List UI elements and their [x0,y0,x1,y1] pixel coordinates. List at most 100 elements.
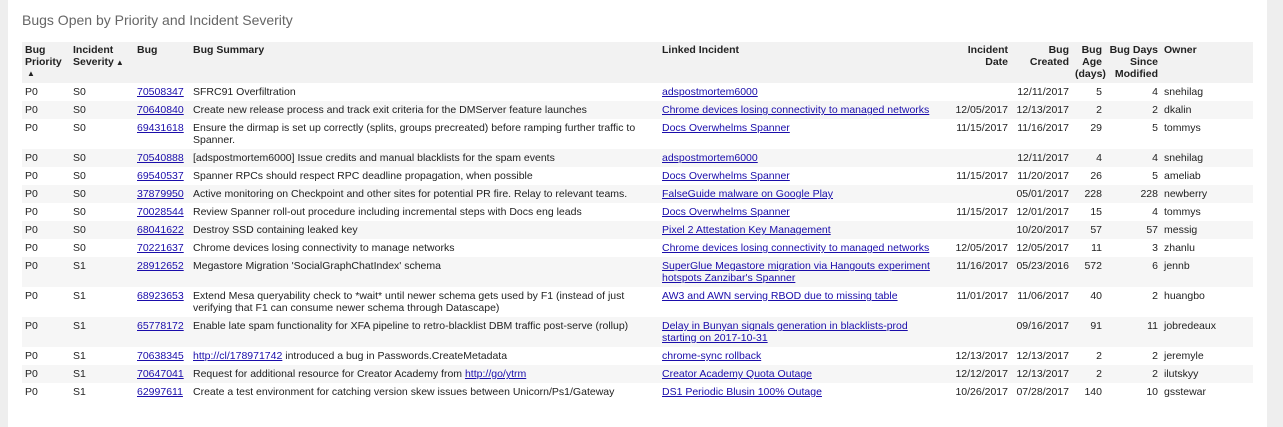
summary-text: Extend Mesa queryability check to *wait*… [193,290,625,314]
bug-id-link[interactable]: 69431618 [137,122,184,134]
days_modified-value: 3 [1152,242,1158,254]
severity-value: S1 [73,260,86,272]
column-header-bug[interactable]: Bug [134,42,190,83]
cell-bug_created: 12/13/2017 [1011,347,1072,365]
cell-incident: Chrome devices losing connectivity to ma… [659,101,945,119]
column-header-label: Bug Age (days) [1075,44,1106,80]
cell-severity: S0 [70,149,134,167]
owner-value: dkalin [1164,104,1192,116]
bug-id-link[interactable]: 70640840 [137,104,184,116]
linked-incident-link[interactable]: SuperGlue Megastore migration via Hangou… [662,260,930,284]
linked-incident-link[interactable]: Chrome devices losing connectivity to ma… [662,242,929,254]
cell-bug_age: 572 [1072,257,1105,287]
cell-bug_age: 26 [1072,167,1105,185]
cell-bug_created: 05/23/2016 [1011,257,1072,287]
linked-incident-link[interactable]: Chrome devices losing connectivity to ma… [662,104,929,116]
linked-incident-link[interactable]: Delay in Bunyan signals generation in bl… [662,320,908,344]
bug-id-link[interactable]: 70508347 [137,86,184,98]
days_modified-value: 57 [1146,224,1158,236]
bug-id-link[interactable]: 70647041 [137,368,184,380]
bug-id-link[interactable]: 62997611 [137,386,183,398]
owner-value: huangbo [1164,290,1205,302]
table-row: P0 S0 70508347 SFRC91 Overfiltration adspost… [22,83,1253,101]
cell-bug: 68041622 [134,221,190,239]
linked-incident-link[interactable]: DS1 Periodic Blusin 100% Outage [662,386,822,398]
cell-bug: 28912652 [134,257,190,287]
summary-link[interactable]: http://go/ytrm [465,368,526,380]
linked-incident-link[interactable]: Docs Overwhelms Spanner [662,170,790,182]
linked-incident-link[interactable]: FalseGuide malware on Google Play [662,188,833,200]
sort-ascending-icon[interactable]: ▲ [27,68,67,80]
sort-ascending-icon[interactable]: ▲ [116,58,124,67]
bug-id-link[interactable]: 69540537 [137,170,184,182]
bug_created-value: 11/16/2017 [1017,122,1069,134]
column-header-label: Bug Created [1029,44,1069,68]
cell-bug: 70508347 [134,83,190,101]
column-header-days_modified[interactable]: Bug Days Since Modified [1105,42,1161,83]
linked-incident-link[interactable]: adspostmortem6000 [662,152,758,164]
bug_age-value: 140 [1084,386,1102,398]
cell-days_modified: 2 [1105,347,1161,365]
column-header-label: Incident Date [967,44,1008,68]
cell-priority: P0 [22,383,70,401]
cell-priority: P0 [22,101,70,119]
linked-incident-link[interactable]: AW3 and AWN serving RBOD due to missing … [662,290,898,302]
column-header-label: Bug Days Since Modified [1109,44,1158,80]
table-row: P0 S0 70540888 [adspostmortem6000] Issue cr… [22,149,1253,167]
bug_age-value: 4 [1096,152,1102,164]
bug-id-link[interactable]: 68923653 [137,290,184,302]
column-header-owner[interactable]: Owner [1161,42,1253,83]
table-row: P0 S0 70640840 Create new release process a… [22,101,1253,119]
cell-incident: adspostmortem6000 [659,83,945,101]
column-header-bug_age[interactable]: Bug Age (days) [1072,42,1106,83]
column-header-severity[interactable]: Incident Severity ▲ [70,42,134,83]
linked-incident-link[interactable]: Creator Academy Quota Outage [662,368,812,380]
cell-summary: Chrome devices losing connectivity to ma… [190,239,659,257]
cell-owner: jobredeaux [1161,317,1253,347]
page: Bugs Open by Priority and Incident Sever… [0,0,1283,427]
column-header-bug_created[interactable]: Bug Created [1011,42,1072,83]
cell-bug: 70028544 [134,203,190,221]
bug_age-value: 26 [1090,170,1102,182]
table-body: P0 S0 70508347 SFRC91 Overfiltration adspost… [22,83,1253,401]
priority-value: P0 [25,368,38,380]
bug-id-link[interactable]: 70221637 [137,242,184,254]
owner-value: snehilag [1164,152,1204,164]
table-row: P0 S1 70647041 Request for additional resou… [22,365,1253,383]
days_modified-value: 11 [1147,320,1158,332]
bug_age-value: 40 [1090,290,1102,302]
cell-days_modified: 2 [1105,101,1161,119]
linked-incident-link[interactable]: Docs Overwhelms Spanner [662,206,790,218]
cell-incident_date [945,221,1011,239]
bug-id-link[interactable]: 37879950 [137,188,184,200]
column-header-incident_date[interactable]: Incident Date [945,42,1011,83]
linked-incident-link[interactable]: Docs Overwhelms Spanner [662,122,790,134]
cell-severity: S0 [70,83,134,101]
column-header-priority[interactable]: Bug Priority ▲ [22,42,70,83]
linked-incident-link[interactable]: adspostmortem6000 [662,86,758,98]
bug-id-link[interactable]: 70638345 [137,350,184,362]
severity-value: S0 [73,242,86,254]
summary-link[interactable]: http://cl/178971742 [193,350,282,362]
priority-value: P0 [25,122,38,134]
bug_age-value: 2 [1096,104,1102,116]
cell-bug_age: 91 [1072,317,1105,347]
bug-id-link[interactable]: 70028544 [137,206,184,218]
table-row: P0 S1 65778172 Enable late spam functionali… [22,317,1253,347]
bug-id-link[interactable]: 70540888 [137,152,184,164]
bug-id-link[interactable]: 28912652 [137,260,184,272]
owner-value: jobredeaux [1164,320,1216,332]
bug-id-link[interactable]: 68041622 [137,224,184,236]
column-header-summary[interactable]: Bug Summary [190,42,659,83]
linked-incident-link[interactable]: Pixel 2 Attestation Key Management [662,224,831,236]
cell-incident_date: 11/15/2017 [945,119,1011,149]
linked-incident-link[interactable]: chrome-sync rollback [662,350,761,362]
owner-value: messig [1164,224,1198,236]
column-header-incident[interactable]: Linked Incident [659,42,945,83]
cell-bug_created: 10/20/2017 [1011,221,1072,239]
bug-id-link[interactable]: 65778172 [137,320,184,332]
summary-text: introduced a bug in Passwords.CreateMeta… [282,350,508,362]
severity-value: S1 [73,290,86,302]
cell-owner: gsstewar [1161,383,1253,401]
cell-summary: Active monitoring on Checkpoint and othe… [190,185,659,203]
